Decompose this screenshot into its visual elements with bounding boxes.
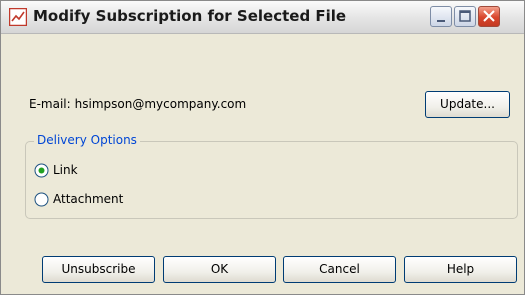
cancel-button[interactable]: Cancel	[283, 256, 396, 283]
dialog-window: Modify Subscription for Selected File E-…	[0, 0, 525, 295]
radio-selected-icon[interactable]	[34, 163, 49, 178]
maximize-icon	[459, 10, 471, 22]
update-button[interactable]: Update...	[425, 91, 510, 118]
ok-button[interactable]: OK	[163, 256, 276, 283]
help-button[interactable]: Help	[404, 256, 517, 283]
radio-link-label: Link	[53, 163, 78, 177]
delivery-options-group	[25, 141, 518, 219]
minimize-icon	[437, 20, 445, 22]
chart-icon	[8, 7, 28, 27]
delivery-options-legend: Delivery Options	[34, 133, 140, 147]
radio-unselected-icon[interactable]	[34, 192, 49, 207]
close-button[interactable]	[478, 6, 500, 27]
close-icon	[483, 10, 495, 22]
email-row: E-mail: hsimpson@mycompany.com	[29, 97, 246, 111]
email-value: hsimpson@mycompany.com	[74, 97, 247, 111]
email-label: E-mail:	[29, 97, 71, 111]
title-bar[interactable]: Modify Subscription for Selected File	[1, 1, 524, 34]
radio-attachment-label: Attachment	[53, 192, 124, 206]
maximize-button[interactable]	[454, 6, 476, 27]
minimize-button[interactable]	[430, 6, 452, 27]
window-title: Modify Subscription for Selected File	[33, 7, 347, 25]
unsubscribe-button[interactable]: Unsubscribe	[42, 256, 155, 283]
